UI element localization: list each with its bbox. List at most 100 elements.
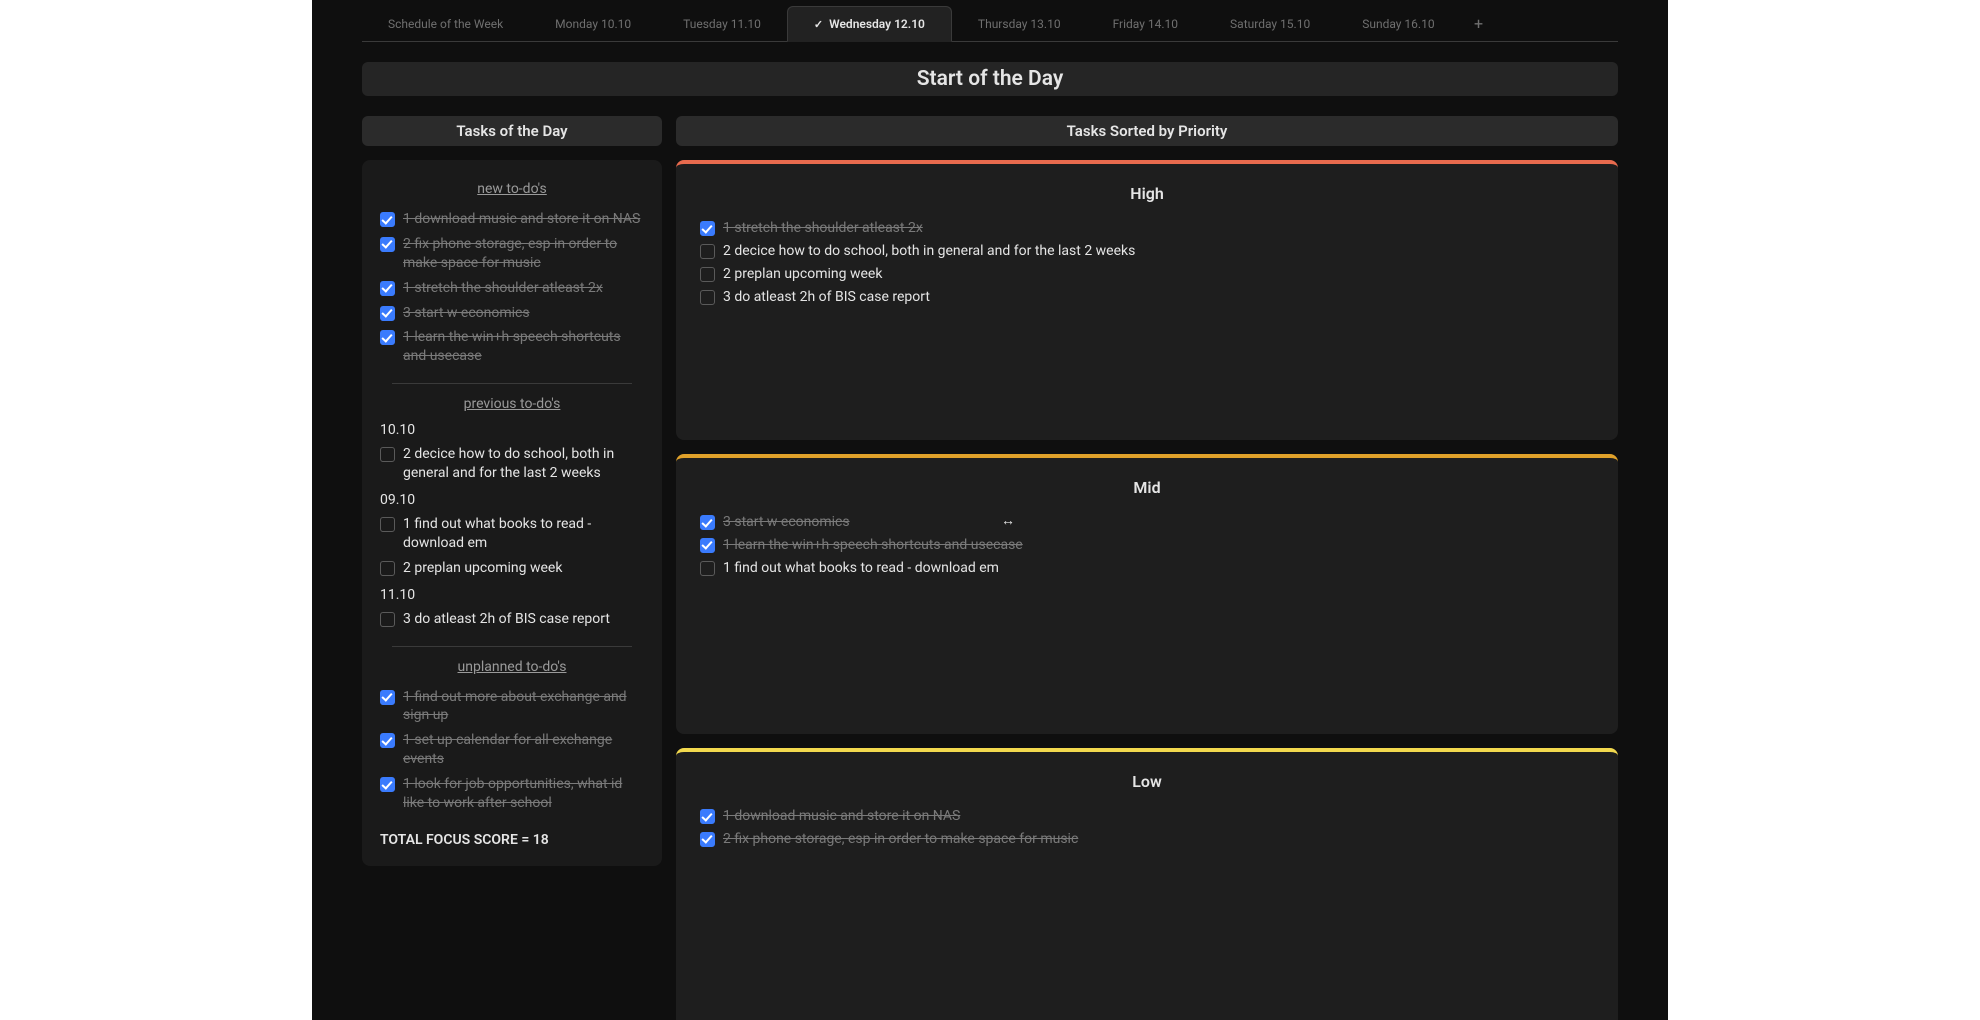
new-task-row: 1 learn the win+h speech shortcuts and u… (378, 325, 646, 369)
mid-task-checkbox[interactable] (700, 561, 715, 576)
new-task-row: 3 start w economics (378, 301, 646, 326)
unplanned-task-row: 1 find out more about exchange and sign … (378, 685, 646, 729)
high-task-text: 2 decice how to do school, both in gener… (723, 242, 1594, 261)
new-task-checkbox[interactable] (380, 330, 395, 345)
tab-monday-10-10[interactable]: Monday 10.10 (529, 6, 657, 41)
mid-task-text: 3 start w economics (723, 513, 1594, 532)
new-task-checkbox[interactable] (380, 237, 395, 252)
high-task-row: 2 decice how to do school, both in gener… (696, 240, 1598, 263)
high-task-checkbox[interactable] (700, 244, 715, 259)
previous-task-text: 1 find out what books to read - download… (403, 515, 644, 553)
tab-label: Sunday 16.10 (1362, 17, 1434, 31)
new-todos-title: new to-do's (378, 181, 646, 197)
tab-thursday-13-10[interactable]: Thursday 13.10 (952, 6, 1087, 41)
previous-task-row: 1 find out what books to read - download… (378, 512, 646, 556)
high-task-text: 2 preplan upcoming week (723, 265, 1594, 284)
previous-task-row: 3 do atleast 2h of BIS case report (378, 607, 646, 632)
unplanned-todos-title: unplanned to-do's (378, 659, 646, 675)
new-task-row: 1 stretch the shoulder atleast 2x (378, 276, 646, 301)
total-focus-score: TOTAL FOCUS SCORE = 18 (378, 832, 646, 848)
new-task-checkbox[interactable] (380, 212, 395, 227)
tab-label: Wednesday 12.10 (829, 17, 925, 31)
mid-task-checkbox[interactable] (700, 515, 715, 530)
low-task-row: 1 download music and store it on NAS (696, 805, 1598, 828)
low-task-row: 2 fix phone storage, esp in order to mak… (696, 828, 1598, 851)
mid-task-text: 1 learn the win+h speech shortcuts and u… (723, 536, 1594, 555)
unplanned-task-checkbox[interactable] (380, 777, 395, 792)
priority-column: Tasks Sorted by Priority High 1 stretch … (676, 116, 1618, 1020)
add-tab-button[interactable]: + (1461, 6, 1497, 41)
tab-label: Schedule of the Week (388, 17, 503, 31)
low-task-checkbox[interactable] (700, 832, 715, 847)
priority-panel-mid: Mid 3 start w economics 1 learn the win+h… (676, 454, 1618, 734)
tab-bar: Schedule of the Week Monday 10.10 Tuesday … (362, 6, 1618, 42)
new-task-text: 1 learn the win+h speech shortcuts and u… (403, 328, 644, 366)
priority-panel-low: Low 1 download music and store it on NAS… (676, 748, 1618, 1020)
tasks-of-day-body: new to-do's 1 download music and store it… (362, 160, 662, 866)
priority-mid-title: Mid (696, 478, 1598, 497)
new-task-row: 1 download music and store it on NAS (378, 207, 646, 232)
previous-todos-title: previous to-do's (378, 396, 646, 412)
new-task-checkbox[interactable] (380, 281, 395, 296)
unplanned-task-checkbox[interactable] (380, 733, 395, 748)
low-task-text: 1 download music and store it on NAS (723, 807, 1594, 826)
priority-high-title: High (696, 184, 1598, 203)
high-task-text: 3 do atleast 2h of BIS case report (723, 288, 1594, 307)
previous-date-label: 10.10 (380, 422, 646, 438)
unplanned-task-checkbox[interactable] (380, 690, 395, 705)
tab-schedule-of-the-week[interactable]: Schedule of the Week (362, 6, 529, 41)
tab-label: Thursday 13.10 (978, 17, 1061, 31)
new-task-checkbox[interactable] (380, 306, 395, 321)
tab-label: Tuesday 11.10 (683, 17, 761, 31)
unplanned-task-text: 1 look for job opportunities, what id li… (403, 775, 644, 813)
tab-saturday-15-10[interactable]: Saturday 15.10 (1204, 6, 1336, 41)
previous-task-text: 3 do atleast 2h of BIS case report (403, 610, 644, 629)
columns: Tasks of the Day new to-do's 1 download m… (362, 116, 1618, 1020)
unplanned-task-row: 1 set up calendar for all exchange event… (378, 728, 646, 772)
previous-task-row: 2 decice how to do school, both in gener… (378, 442, 646, 486)
previous-task-checkbox[interactable] (380, 561, 395, 576)
low-task-text: 2 fix phone storage, esp in order to mak… (723, 830, 1594, 849)
previous-task-checkbox[interactable] (380, 447, 395, 462)
previous-date-label: 09.10 (380, 492, 646, 508)
high-task-row: 2 preplan upcoming week (696, 263, 1598, 286)
priority-title: Tasks Sorted by Priority (676, 116, 1618, 146)
high-task-checkbox[interactable] (700, 267, 715, 282)
new-task-text: 3 start w economics (403, 304, 644, 323)
mid-task-row: 1 learn the win+h speech shortcuts and u… (696, 534, 1598, 557)
tasks-of-day-title: Tasks of the Day (362, 116, 662, 146)
previous-task-text: 2 decice how to do school, both in gener… (403, 445, 644, 483)
previous-task-text: 2 preplan upcoming week (403, 559, 644, 578)
high-task-text: 1 stretch the shoulder atleast 2x (723, 219, 1594, 238)
tab-tuesday-11-10[interactable]: Tuesday 11.10 (657, 6, 787, 41)
previous-task-row: 2 preplan upcoming week (378, 556, 646, 581)
mid-task-row: 3 start w economics (696, 511, 1598, 534)
tab-sunday-16-10[interactable]: Sunday 16.10 (1336, 6, 1460, 41)
high-task-checkbox[interactable] (700, 221, 715, 236)
mid-task-row: 1 find out what books to read - download… (696, 557, 1598, 580)
low-task-checkbox[interactable] (700, 809, 715, 824)
high-task-row: 3 do atleast 2h of BIS case report (696, 286, 1598, 309)
tab-label: Saturday 15.10 (1230, 17, 1310, 31)
app-root: Schedule of the Week Monday 10.10 Tuesday … (312, 0, 1668, 1020)
new-task-text: 1 download music and store it on NAS (403, 210, 644, 229)
mid-task-text: 1 find out what books to read - download… (723, 559, 1594, 578)
unplanned-task-row: 1 look for job opportunities, what id li… (378, 772, 646, 816)
tab-check-icon: ✓ (814, 18, 823, 31)
tab-wednesday-12-10[interactable]: ✓ Wednesday 12.10 (787, 6, 952, 42)
previous-date-label: 11.10 (380, 587, 646, 603)
previous-task-checkbox[interactable] (380, 517, 395, 532)
mid-task-checkbox[interactable] (700, 538, 715, 553)
tab-label: Monday 10.10 (555, 17, 631, 31)
priority-panel-high: High 1 stretch the shoulder atleast 2x 2 … (676, 160, 1618, 440)
high-task-row: 1 stretch the shoulder atleast 2x (696, 217, 1598, 240)
tab-friday-14-10[interactable]: Friday 14.10 (1087, 6, 1204, 41)
high-task-checkbox[interactable] (700, 290, 715, 305)
unplanned-task-text: 1 set up calendar for all exchange event… (403, 731, 644, 769)
new-task-text: 1 stretch the shoulder atleast 2x (403, 279, 644, 298)
page-title: Start of the Day (362, 62, 1618, 96)
unplanned-task-text: 1 find out more about exchange and sign … (403, 688, 644, 726)
new-task-text: 2 fix phone storage, esp in order to mak… (403, 235, 644, 273)
previous-task-checkbox[interactable] (380, 612, 395, 627)
new-task-row: 2 fix phone storage, esp in order to mak… (378, 232, 646, 276)
